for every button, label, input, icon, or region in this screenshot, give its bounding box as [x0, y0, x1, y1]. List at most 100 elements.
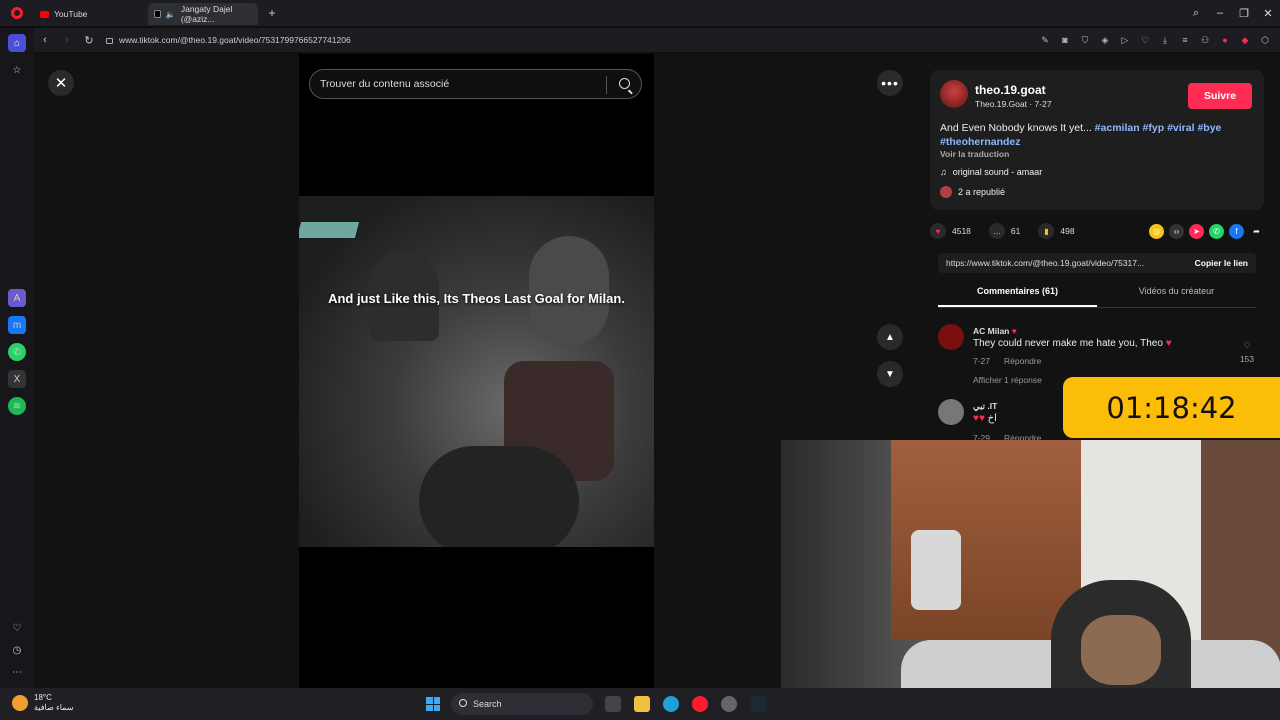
- temperature: 18°C: [34, 693, 52, 702]
- screen: YouTube 🔈 Jangaty Dajel (@aziz... + ⌕ – …: [0, 0, 1280, 720]
- close-window-button[interactable]: ✕: [1256, 7, 1280, 20]
- history-icon[interactable]: ◷: [8, 641, 26, 659]
- vpn-icon[interactable]: ◈: [1098, 33, 1112, 47]
- play-icon[interactable]: ▷: [1118, 33, 1132, 47]
- follow-button[interactable]: Suivre: [1188, 83, 1252, 109]
- hashtag-link[interactable]: #viral: [1167, 122, 1194, 134]
- x-icon[interactable]: X: [8, 370, 26, 388]
- save-button[interactable]: ▮ 498: [1038, 223, 1075, 239]
- next-video-button[interactable]: ▼: [877, 361, 903, 387]
- share-arrow-icon[interactable]: ➦: [1249, 224, 1264, 239]
- hashtag-link[interactable]: #fyp: [1143, 122, 1165, 134]
- previous-video-button[interactable]: ▲: [877, 324, 903, 350]
- whatsapp-icon[interactable]: ✆: [8, 343, 26, 361]
- taskbar-search[interactable]: Search: [451, 693, 593, 715]
- tab-comments[interactable]: Commentaires (61): [938, 286, 1097, 307]
- back-button[interactable]: ‹: [34, 34, 56, 46]
- tab-creator-videos[interactable]: Vidéos du créateur: [1097, 286, 1256, 307]
- opera-menu-icon[interactable]: [0, 0, 34, 26]
- send-icon[interactable]: ➤: [1189, 223, 1204, 239]
- hashtag-link[interactable]: #bye: [1197, 122, 1221, 134]
- messenger-icon[interactable]: m: [8, 316, 26, 334]
- commenter-name[interactable]: تبي .IT: [973, 401, 997, 412]
- windows-start-icon[interactable]: [426, 697, 440, 711]
- youtube-favicon-icon: [40, 10, 49, 18]
- reload-button[interactable]: ↻: [78, 34, 100, 47]
- close-video-button[interactable]: ✕: [48, 70, 74, 96]
- repost-avatar: [940, 186, 952, 198]
- whatsapp-share-icon[interactable]: ✆: [1209, 223, 1224, 239]
- extension-icon[interactable]: ◆: [1238, 33, 1252, 47]
- search-icon[interactable]: [619, 78, 630, 89]
- search-placeholder: Trouver du contenu associé: [320, 78, 450, 90]
- menu-icon[interactable]: ≡: [1178, 33, 1192, 47]
- author-username[interactable]: theo.19.goat: [975, 83, 1046, 97]
- stream-timer: 01:18:42: [1063, 377, 1280, 438]
- sound-name: original sound - amaar: [952, 167, 1043, 177]
- copy-link-button[interactable]: Copier le lien: [1195, 258, 1248, 268]
- home-icon[interactable]: ⌂: [8, 34, 26, 52]
- edge-icon[interactable]: [663, 696, 679, 712]
- webcam-overlay: [781, 440, 1280, 688]
- steam-icon[interactable]: [750, 696, 766, 712]
- profile-icon[interactable]: ⚇: [1198, 33, 1212, 47]
- like-button[interactable]: ♥ 4518: [930, 223, 971, 239]
- search-tabs-icon[interactable]: ⌕: [1184, 7, 1208, 20]
- tab-label: YouTube: [54, 9, 88, 19]
- settings-gear-icon[interactable]: [721, 696, 737, 712]
- minimize-button[interactable]: –: [1208, 7, 1232, 19]
- opera-taskbar-icon[interactable]: [692, 696, 708, 712]
- edit-icon[interactable]: ✎: [1038, 33, 1052, 47]
- bookmark-icon: ▮: [1038, 223, 1055, 239]
- url-field[interactable]: www.tiktok.com/@theo.19.goat/video/75317…: [106, 35, 351, 45]
- commenter-avatar[interactable]: [938, 324, 964, 350]
- embed-icon[interactable]: ‹›: [1169, 223, 1184, 239]
- comment-button[interactable]: … 61: [988, 223, 1020, 239]
- comment-like-count: 153: [1239, 354, 1254, 364]
- heart-outline-icon: ♡: [1243, 340, 1251, 350]
- weather-widget[interactable]: 18°C سماء صافية: [12, 693, 74, 713]
- window-controls: ⌕ – ❐ ✕: [1184, 0, 1280, 26]
- commenter-avatar[interactable]: [938, 399, 964, 425]
- more-icon[interactable]: ⋯: [8, 663, 26, 681]
- speaker-icon[interactable]: 🔈: [166, 10, 176, 19]
- tab-tiktok[interactable]: 🔈 Jangaty Dajel (@aziz...: [148, 3, 258, 25]
- star-icon[interactable]: ☆: [8, 61, 26, 79]
- facebook-share-icon[interactable]: f: [1229, 223, 1244, 239]
- hashtag-link[interactable]: #acmilan: [1095, 122, 1140, 134]
- commenter-name[interactable]: AC Milan ♥: [973, 326, 1017, 336]
- camera-icon[interactable]: ◙: [1058, 33, 1072, 47]
- new-tab-button[interactable]: +: [264, 5, 280, 21]
- like-count: 4518: [952, 226, 971, 236]
- cube-icon[interactable]: ⬡: [1258, 33, 1272, 47]
- weather-icon: [12, 695, 28, 711]
- heart-icon[interactable]: ♡: [1138, 33, 1152, 47]
- windows-taskbar: 18°C سماء صافية Search: [0, 688, 1280, 720]
- video-player[interactable]: And just Like this, Its Theos Last Goal …: [299, 54, 654, 688]
- maximize-button[interactable]: ❐: [1232, 7, 1256, 20]
- spotify-icon[interactable]: ≋: [8, 397, 26, 415]
- translate-link[interactable]: Voir la traduction: [940, 149, 1009, 159]
- coin-icon[interactable]: ◎: [1149, 223, 1164, 239]
- video-frame: And just Like this, Its Theos Last Goal …: [299, 196, 654, 547]
- heart-icon[interactable]: ♡: [8, 619, 26, 637]
- repost-info[interactable]: 2 a republié: [940, 186, 1005, 198]
- reply-button[interactable]: Répondre: [1004, 356, 1041, 366]
- opera-ext-icon[interactable]: ●: [1218, 33, 1232, 47]
- more-options-button[interactable]: •••: [877, 70, 903, 96]
- file-explorer-icon[interactable]: [634, 696, 650, 712]
- task-view-icon[interactable]: [605, 696, 621, 712]
- author-avatar[interactable]: [940, 80, 968, 108]
- sound-link[interactable]: ♫ original sound - amaar: [940, 167, 1042, 177]
- aria-icon[interactable]: A: [8, 289, 26, 307]
- engagement-stats: ♥ 4518 … 61 ▮ 498 ◎ ‹› ➤ ✆ f ➦: [930, 222, 1264, 240]
- shield-icon[interactable]: ⛉: [1078, 33, 1092, 47]
- forward-button[interactable]: ›: [56, 34, 78, 46]
- download-icon[interactable]: ⤓: [1158, 33, 1172, 47]
- tab-youtube[interactable]: YouTube: [34, 3, 144, 25]
- show-replies-button[interactable]: Afficher 1 réponse: [973, 375, 1042, 385]
- share-link-text[interactable]: https://www.tiktok.com/@theo.19.goat/vid…: [946, 258, 1144, 268]
- comment-like-button[interactable]: ♡ 153: [1240, 338, 1254, 366]
- hashtag-link[interactable]: #theohernandez: [940, 136, 1021, 148]
- related-search-input[interactable]: Trouver du contenu associé: [309, 69, 642, 99]
